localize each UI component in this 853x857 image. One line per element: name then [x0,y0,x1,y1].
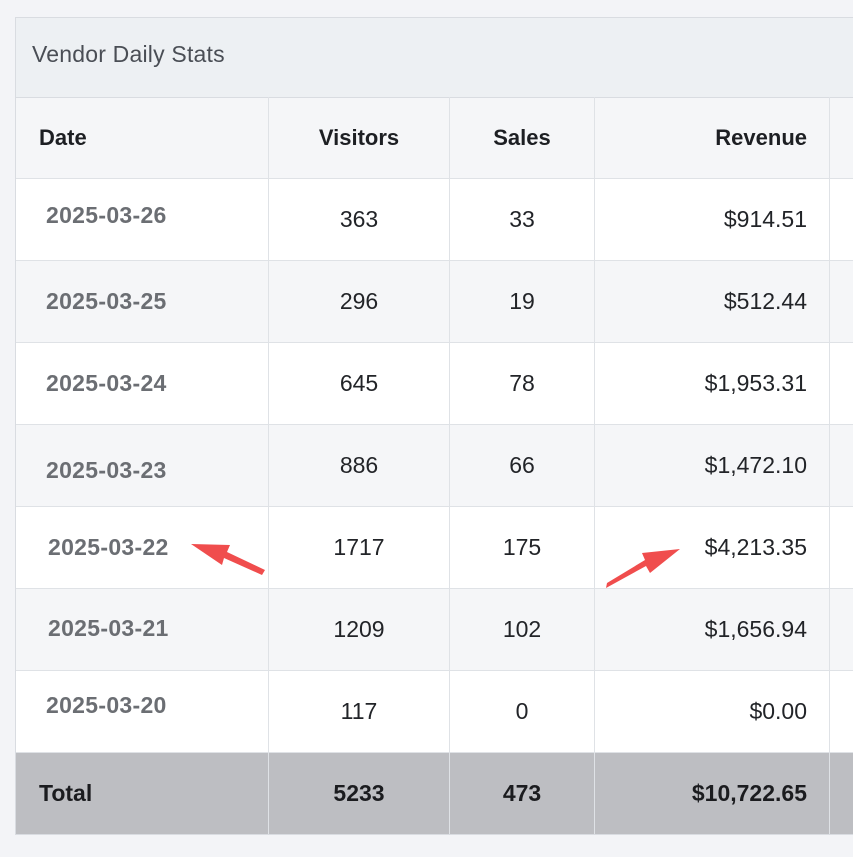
table-row: 2025-03-21 1209 102 $1,656.94 [16,589,853,671]
visitors-cell: 363 [339,206,379,232]
visitors-cell: 296 [339,288,379,314]
date-cell: 2025-03-26 [46,201,167,228]
panel-title: Vendor Daily Stats [32,41,225,67]
sales-cell: 33 [509,206,535,232]
vendor-stats-panel: Vendor Daily Stats Date Visitors Sales R… [15,17,853,835]
date-cell: 2025-03-23 [46,457,167,483]
revenue-cell: $0.00 [749,698,807,724]
column-divider [268,97,269,834]
visitors-cell: 1209 [333,616,385,642]
sales-cell: 66 [509,452,535,478]
revenue-cell: $1,472.10 [704,452,807,478]
date-cell: 2025-03-24 [46,370,167,396]
sales-cell: 0 [515,698,529,724]
column-header-sales[interactable]: Sales [450,98,594,178]
table-row: 2025-03-24 645 78 $1,953.31 [16,343,853,425]
sales-cell: 175 [502,534,542,560]
column-header-visitors[interactable]: Visitors [269,98,449,178]
date-cell: 2025-03-25 [46,288,167,314]
visitors-cell: 886 [339,452,379,478]
column-header-date[interactable]: Date [16,98,268,178]
table-row: 2025-03-22 1717 175 $4,213.35 [16,507,853,589]
table-row: 2025-03-26 363 33 $914.51 [16,179,853,261]
date-cell: 2025-03-22 [48,534,169,560]
column-divider [449,97,450,834]
date-cell: 2025-03-21 [48,615,169,641]
table-row: 2025-03-25 296 19 $512.44 [16,261,853,343]
column-header-revenue[interactable]: Revenue [595,98,807,178]
visitors-cell: 117 [340,698,378,724]
revenue-cell: $4,213.35 [704,534,807,560]
revenue-cell: $1,656.94 [704,616,807,642]
total-sales: 473 [502,780,542,806]
panel-header: Vendor Daily Stats [16,18,853,98]
sales-cell: 102 [502,616,542,642]
revenue-cell: $914.51 [723,206,807,232]
column-divider [594,97,595,834]
table-total-row: Total 5233 473 $10,722.65 [16,753,853,834]
column-divider [829,97,830,834]
table-row: 2025-03-23 886 66 $1,472.10 [16,425,853,507]
revenue-cell: $1,953.31 [704,370,807,396]
table-header-row: Date Visitors Sales Revenue [16,98,853,179]
sales-cell: 78 [509,370,535,396]
visitors-cell: 645 [339,370,379,396]
total-label: Total [39,780,93,806]
total-visitors: 5233 [333,780,385,806]
revenue-cell: $512.44 [723,288,807,314]
total-revenue: $10,722.65 [691,780,807,806]
date-cell: 2025-03-20 [46,692,167,718]
table-row: 2025-03-20 117 0 $0.00 [16,671,853,753]
visitors-cell: 1717 [333,534,385,560]
sales-cell: 19 [509,288,535,314]
